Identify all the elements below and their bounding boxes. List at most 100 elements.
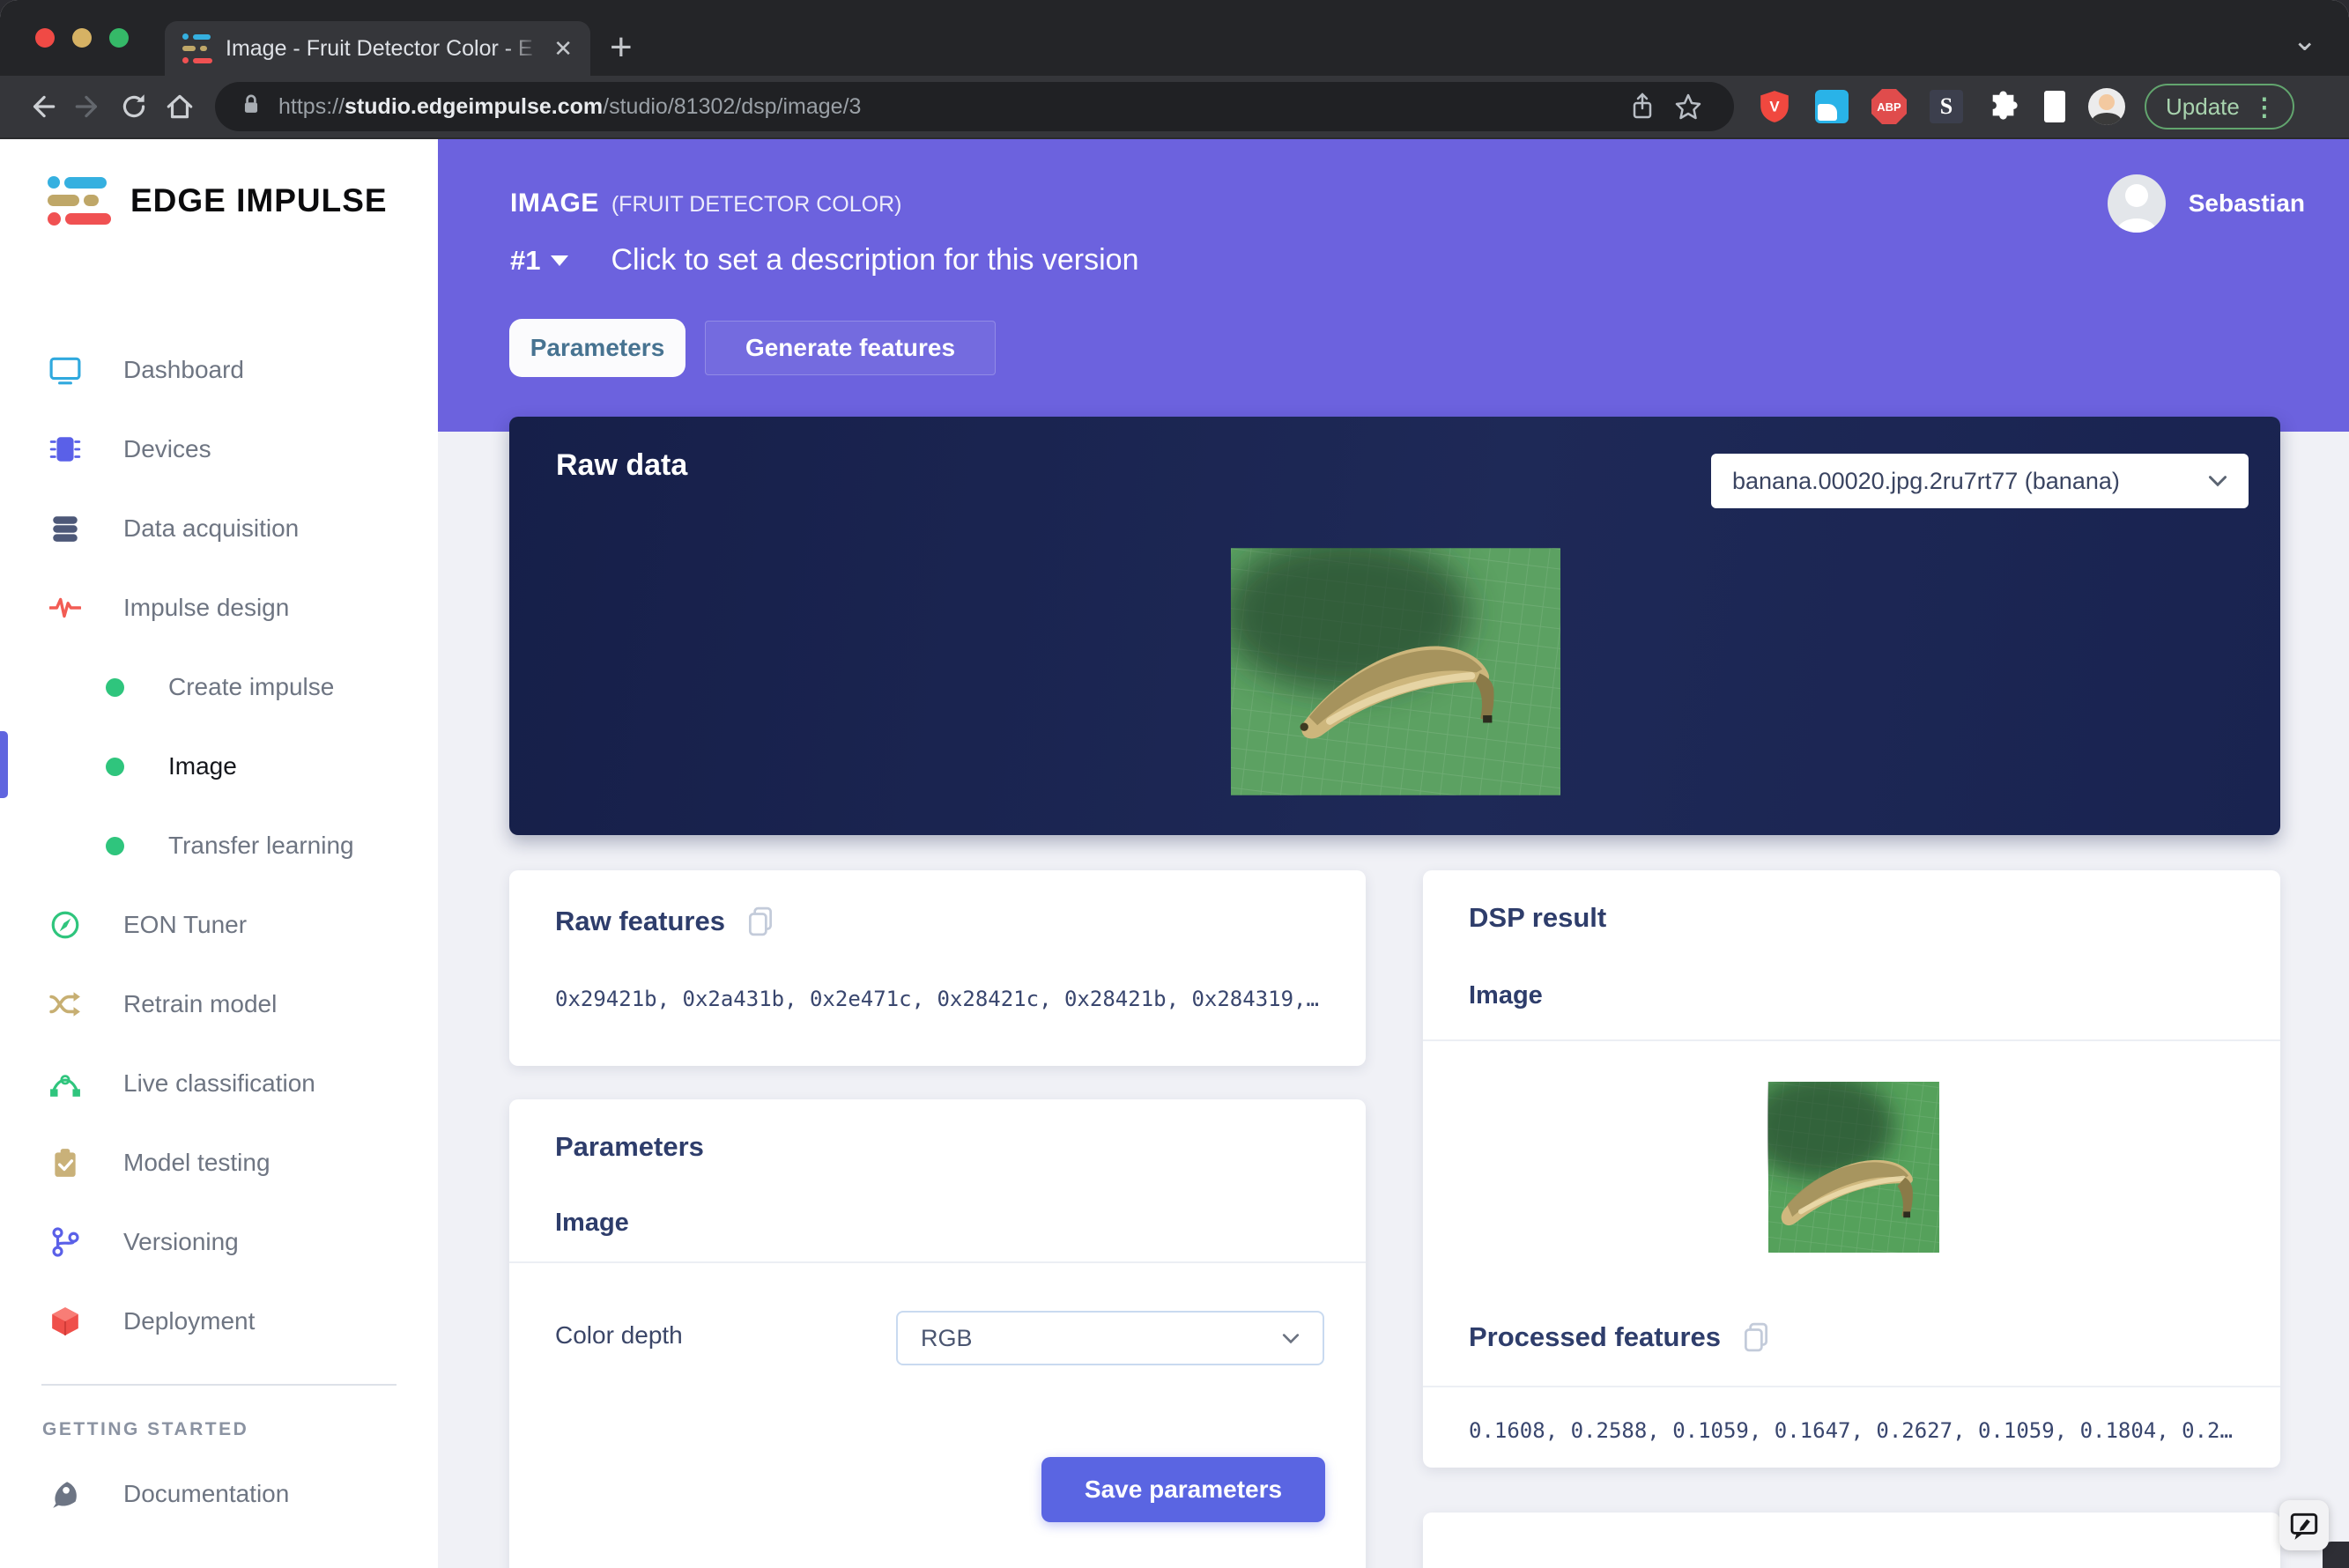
new-tab-button[interactable]: +: [610, 25, 633, 70]
main-content: IMAGE (FRUIT DETECTOR COLOR) #1 Click to…: [438, 139, 2349, 1568]
logo-text: EDGE IMPULSE: [130, 182, 388, 219]
sidebar-item-eon-tuner[interactable]: EON Tuner: [0, 885, 438, 965]
chevron-down-icon: [2208, 475, 2227, 487]
sidebar-item-documentation[interactable]: Documentation: [0, 1454, 438, 1534]
version-description[interactable]: Click to set a description for this vers…: [611, 243, 1138, 277]
sidebar-item-model-testing[interactable]: Model testing: [0, 1123, 438, 1202]
back-icon[interactable]: [19, 84, 65, 129]
edge-impulse-favicon: [182, 33, 212, 63]
sidebar-item-transfer-learning[interactable]: Transfer learning: [0, 806, 438, 885]
sidebar-item-data-acquisition[interactable]: Data acquisition: [0, 489, 438, 568]
browser-tabbar: Image - Fruit Detector Color - E ✕ + ⌄: [0, 0, 2349, 76]
maximize-window-button[interactable]: [109, 28, 129, 48]
svg-text:V: V: [1769, 98, 1780, 115]
page-title: IMAGE: [510, 189, 599, 218]
copy-icon[interactable]: [1740, 1321, 1772, 1353]
chevron-down-icon: [1282, 1333, 1300, 1344]
bezier-curve-icon: [48, 1068, 83, 1099]
sidebar-item-impulse-design[interactable]: Impulse design: [0, 568, 438, 647]
sidebar-item-deployment[interactable]: Deployment: [0, 1282, 438, 1361]
browser-menu-icon[interactable]: ⋮: [2252, 92, 2277, 122]
profile-avatar-icon[interactable]: [2088, 88, 2125, 125]
copy-icon[interactable]: [745, 906, 776, 937]
sidebar-item-label: Dashboard: [123, 356, 244, 384]
tab-parameters[interactable]: Parameters: [509, 319, 685, 377]
sidebar-item-versioning[interactable]: Versioning: [0, 1202, 438, 1282]
puzzle-extensions-icon[interactable]: [1986, 89, 2021, 124]
sidebar-item-label: Retrain model: [123, 990, 277, 1018]
browser-tab[interactable]: Image - Fruit Detector Color - E ✕: [165, 21, 590, 76]
sidebar-divider: [41, 1384, 396, 1386]
reader-mode-icon[interactable]: [2044, 91, 2065, 122]
sidebar-item-live-classification[interactable]: Live classification: [0, 1044, 438, 1123]
dsp-image-label: Image: [1469, 981, 1543, 1010]
monitor-icon: [48, 354, 83, 386]
user-name: Sebastian: [2189, 189, 2305, 218]
url-bar[interactable]: https://studio.edgeimpulse.com/studio/81…: [215, 82, 1734, 131]
sidebar: EDGE IMPULSE Dashboard Devices: [0, 139, 438, 1568]
processed-features-title: Processed features: [1469, 1321, 1721, 1353]
dsp-tabs: Parameters Generate features: [509, 319, 996, 377]
url-domain: studio.edgeimpulse.com: [345, 94, 603, 119]
feedback-button[interactable]: [2279, 1500, 2329, 1550]
version-dropdown[interactable]: #1: [510, 245, 540, 277]
tab-title: Image - Fruit Detector Color - E: [226, 36, 540, 62]
divider: [1423, 1386, 2280, 1387]
page-title-row: IMAGE (FRUIT DETECTOR COLOR): [510, 189, 901, 218]
sidebar-item-dashboard[interactable]: Dashboard: [0, 330, 438, 410]
edge-impulse-logo[interactable]: EDGE IMPULSE: [48, 176, 388, 226]
blue-extension-icon[interactable]: [1815, 90, 1849, 123]
raw-data-card: Raw data banana.00020.jpg.2ru7rt77 (bana…: [509, 417, 2280, 835]
url-scheme: https://: [278, 94, 345, 119]
sidebar-item-devices[interactable]: Devices: [0, 410, 438, 489]
reload-icon[interactable]: [111, 84, 157, 129]
sidebar-item-label: Devices: [123, 435, 211, 463]
minimize-window-button[interactable]: [72, 28, 92, 48]
s-extension-icon[interactable]: S: [1930, 90, 1963, 123]
color-depth-value: RGB: [921, 1325, 1268, 1352]
sidebar-item-label: Deployment: [123, 1307, 255, 1335]
color-depth-select[interactable]: RGB: [896, 1311, 1324, 1365]
dsp-result-card: DSP result Image: [1423, 870, 2280, 1468]
database-icon: [48, 513, 83, 544]
save-parameters-button[interactable]: Save parameters: [1041, 1457, 1325, 1522]
shield-extension-icon[interactable]: V: [1757, 89, 1792, 124]
sidebar-item-label: Create impulse: [168, 673, 334, 701]
cube-icon: [48, 1305, 83, 1337]
bookmark-star-icon[interactable]: [1665, 84, 1711, 129]
tab-close-icon[interactable]: ✕: [553, 37, 573, 60]
sample-select-value: banana.00020.jpg.2ru7rt77 (banana): [1732, 468, 2194, 495]
raw-features-title: Raw features: [555, 906, 725, 937]
share-icon[interactable]: [1619, 84, 1665, 129]
forward-icon[interactable]: [65, 84, 111, 129]
chevron-down-icon[interactable]: [551, 255, 568, 266]
version-row: #1 Click to set a description for this v…: [510, 243, 1139, 277]
sidebar-item-create-impulse[interactable]: Create impulse: [0, 647, 438, 727]
adblock-plus-icon[interactable]: ABP: [1871, 89, 1907, 124]
tab-search-icon[interactable]: ⌄: [2293, 23, 2318, 58]
sidebar-nav: Dashboard Devices Data acquisition: [0, 330, 438, 1534]
sidebar-item-image[interactable]: Image: [0, 727, 438, 806]
chip-icon: [48, 433, 83, 465]
parameters-section-label: Image: [555, 1209, 629, 1238]
next-card-peek: [1423, 1513, 2280, 1568]
getting-started-label: GETTING STARTED: [42, 1419, 438, 1440]
url-path: /studio/81302/dsp/image/3: [603, 94, 861, 119]
sidebar-item-label: Versioning: [123, 1228, 239, 1256]
update-label: Update: [2166, 93, 2240, 121]
sidebar-item-label: Live classification: [123, 1069, 315, 1098]
sample-select[interactable]: banana.00020.jpg.2ru7rt77 (banana): [1711, 454, 2249, 508]
green-dot-icon: [106, 678, 124, 697]
window-controls: [35, 28, 129, 48]
home-icon[interactable]: [157, 84, 203, 129]
tab-generate-features[interactable]: Generate features: [705, 321, 996, 375]
user-chip[interactable]: Sebastian: [2108, 174, 2305, 233]
browser-window: Image - Fruit Detector Color - E ✕ + ⌄ h…: [0, 0, 2349, 1568]
page-header-band: [438, 139, 2349, 432]
processed-image: [1767, 1082, 1940, 1253]
sidebar-item-label: Image: [168, 752, 237, 780]
close-window-button[interactable]: [35, 28, 55, 48]
feedback-icon: [2287, 1509, 2321, 1542]
browser-update-button[interactable]: Update ⋮: [2145, 84, 2294, 129]
sidebar-item-retrain-model[interactable]: Retrain model: [0, 965, 438, 1044]
